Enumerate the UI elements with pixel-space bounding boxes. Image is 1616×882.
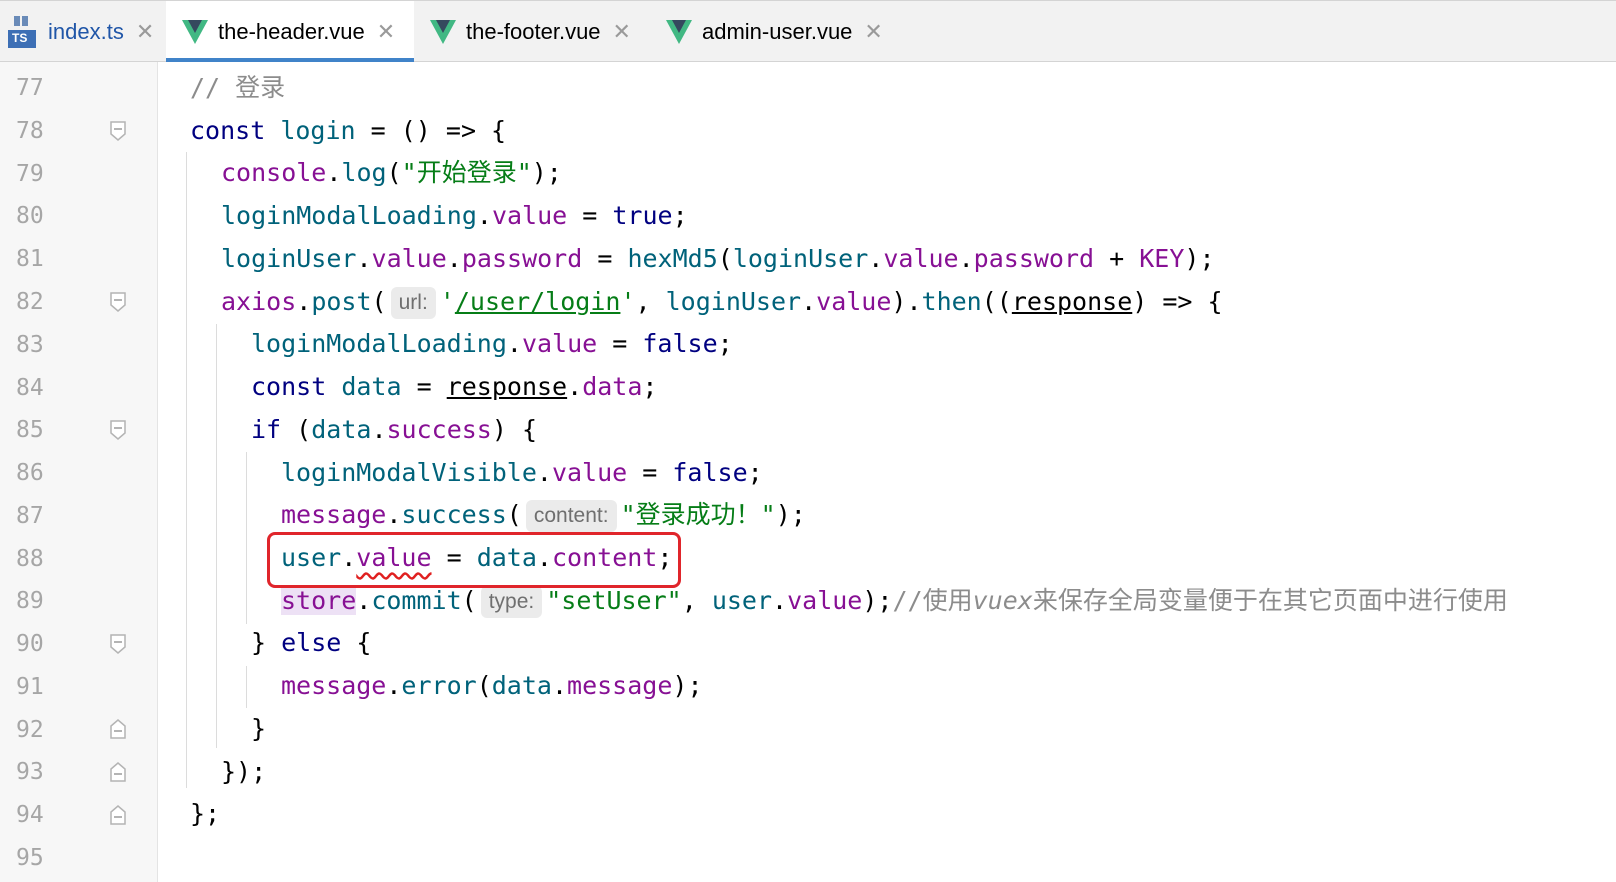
code-line-80: loginModalLoading.value = true; (221, 201, 688, 230)
code-line-82: axios.post(url: '/user/login', loginUser.… (221, 281, 1223, 323)
code-line-86: loginModalVisible.value = false; (281, 458, 763, 487)
code-line-93: }); (221, 757, 267, 786)
code-line-91: message.error(data.message); (281, 671, 703, 700)
code-line-77: // 登录 (190, 73, 286, 102)
code-line-79: console.log("开始登录"); (221, 158, 562, 187)
code-line-94: }; (190, 799, 221, 828)
parameter-hint: type: (480, 586, 543, 618)
code-line-90: } else { (251, 628, 372, 657)
code-editor[interactable]: // 登录 const login = () => { console.log(… (0, 0, 1616, 882)
parameter-hint: content: (525, 500, 617, 532)
code-line-83: loginModalLoading.value = false; (251, 329, 733, 358)
code-line-81: loginUser.value.password = hexMd5(loginU… (221, 244, 1215, 273)
highlight-box (267, 532, 681, 588)
code-line-84: const data = response.data; (251, 372, 658, 401)
code-line-92: } (251, 714, 267, 743)
code-line-85: if (data.success) { (251, 415, 538, 444)
code-line-78: const login = () => { (190, 116, 507, 145)
url-path[interactable]: /user/login (455, 287, 621, 316)
parameter-hint: url: (390, 287, 436, 319)
code-line-87: message.success(content: "登录成功！"); (281, 494, 806, 536)
